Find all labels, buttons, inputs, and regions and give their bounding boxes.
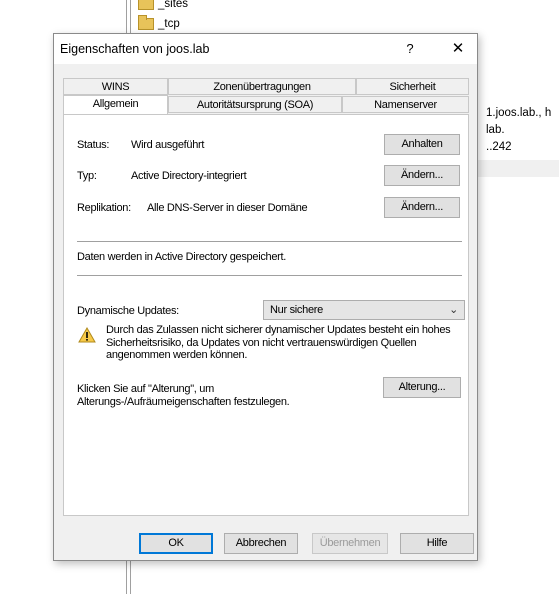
type-value: Active Directory-integriert	[131, 170, 247, 182]
dialog-titlebar[interactable]: Eigenschaften von joos.lab ? ✕	[54, 34, 477, 64]
tab-general[interactable]: Allgemein	[63, 95, 168, 114]
divider	[77, 241, 462, 242]
type-label: Typ:	[77, 170, 97, 182]
tab-zone-transfers[interactable]: Zonenübertragungen	[168, 78, 356, 95]
tree-item-tcp[interactable]: _tcp	[138, 15, 180, 32]
warning-icon	[78, 327, 96, 343]
help-button[interactable]: Hilfe	[400, 533, 474, 554]
dynamic-updates-value: Nur sichere	[270, 304, 323, 316]
aging-description: Klicken Sie auf "Alterung", um Alterungs…	[77, 383, 290, 408]
tree-item-label: _sites	[158, 0, 189, 10]
help-icon[interactable]: ?	[400, 40, 420, 58]
folder-icon	[138, 0, 154, 10]
pause-button[interactable]: Anhalten	[384, 134, 460, 155]
close-icon[interactable]: ✕	[448, 40, 468, 58]
cancel-button[interactable]: Abbrechen	[224, 533, 298, 554]
change-replication-button[interactable]: Ändern...	[384, 197, 460, 218]
general-tab-panel: Status: Wird ausgeführt Anhalten Typ: Ac…	[63, 114, 469, 516]
background-row	[478, 160, 559, 177]
background-details: 1.joos.lab., h lab. ..242	[478, 0, 559, 594]
dynamic-updates-label: Dynamische Updates:	[77, 305, 179, 317]
tree-item-sites[interactable]: _sites	[138, 0, 188, 12]
background-detail-text: ..242	[486, 141, 512, 153]
folder-icon	[138, 15, 154, 30]
background-detail-text: lab.	[486, 124, 505, 136]
divider	[77, 275, 462, 276]
tab-wins[interactable]: WINS	[63, 78, 168, 95]
storage-text: Daten werden in Active Directory gespeic…	[77, 251, 287, 263]
dynamic-updates-select[interactable]: Nur sichere ⌄	[263, 300, 465, 320]
dialog-title: Eigenschaften von joos.lab	[60, 42, 210, 56]
background-detail-text: 1.joos.lab., h	[486, 107, 552, 119]
properties-dialog: Eigenschaften von joos.lab ? ✕ WINS Zone…	[53, 33, 478, 561]
replication-label: Replikation:	[77, 202, 131, 214]
tree-item-label: _tcp	[158, 18, 180, 30]
tab-security[interactable]: Sicherheit	[356, 78, 469, 95]
change-type-button[interactable]: Ändern...	[384, 165, 460, 186]
status-value: Wird ausgeführt	[131, 139, 205, 151]
warning-text: Durch das Zulassen nicht sicherer dynami…	[106, 324, 451, 361]
ok-button[interactable]: OK	[139, 533, 213, 554]
chevron-down-icon: ⌄	[449, 304, 458, 316]
status-label: Status:	[77, 139, 110, 151]
aging-button[interactable]: Alterung...	[383, 377, 461, 398]
apply-button[interactable]: Übernehmen	[312, 533, 388, 554]
replication-value: Alle DNS-Server in dieser Domäne	[147, 202, 308, 214]
tab-name-servers[interactable]: Namenserver	[342, 96, 469, 113]
tab-soa[interactable]: Autoritätsursprung (SOA)	[168, 96, 342, 113]
